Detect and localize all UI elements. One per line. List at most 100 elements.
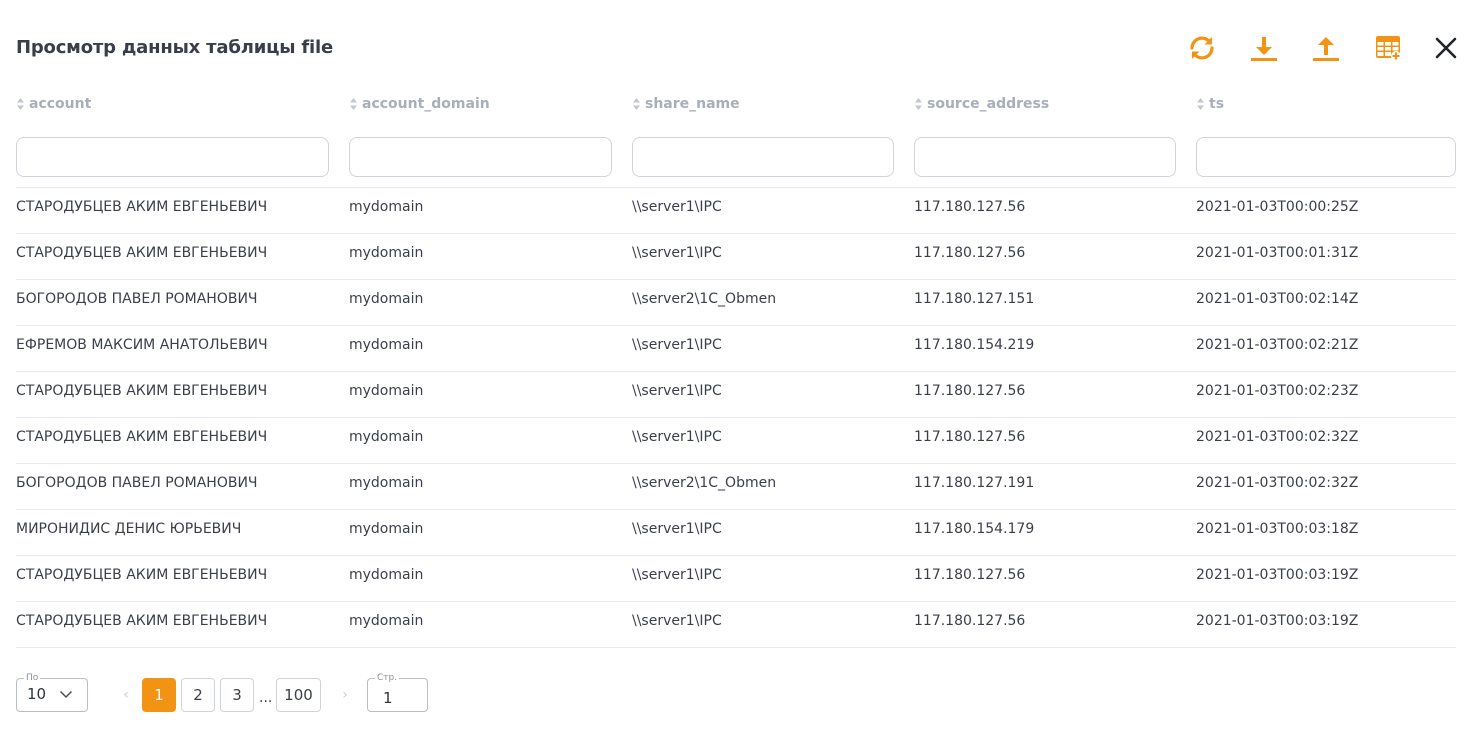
cell-account-domain: mydomain — [349, 383, 424, 399]
cell-ts: 2021-01-03T00:02:14Z — [1196, 291, 1359, 307]
cell-account: МИРОНИДИС ДЕНИС ЮРЬЕВИЧ — [16, 521, 242, 537]
column-headers: account account_domain share_name source… — [16, 92, 1456, 116]
cell-account: СТАРОДУБЦЕВ АКИМ ЕВГЕНЬЕВИЧ — [16, 245, 268, 261]
filter-input-share-name[interactable] — [632, 137, 894, 177]
cell-ts: 2021-01-03T00:02:32Z — [1196, 475, 1359, 491]
cell-account-domain: mydomain — [349, 199, 424, 215]
cell-source-address: 117.180.127.151 — [914, 291, 1035, 307]
cell-share-name: \\server1\IPC — [632, 521, 722, 537]
cell-account: СТАРОДУБЦЕВ АКИМ ЕВГЕНЬЕВИЧ — [16, 383, 268, 399]
cell-share-name: \\server1\IPC — [632, 245, 722, 261]
cell-source-address: 117.180.154.219 — [914, 337, 1035, 353]
close-button[interactable] — [1428, 30, 1464, 66]
chevron-down-icon — [59, 690, 73, 699]
column-header-account[interactable]: account — [16, 92, 91, 116]
per-page-label: По — [24, 672, 41, 684]
sort-icon — [17, 98, 24, 110]
cell-account: СТАРОДУБЦЕВ АКИМ ЕВГЕНЬЕВИЧ — [16, 429, 268, 445]
cell-source-address: 117.180.154.179 — [914, 521, 1035, 537]
table-row[interactable]: СТАРОДУБЦЕВ АКИМ ЕВГЕНЬЕВИЧ mydomain \\s… — [16, 601, 1456, 648]
cell-account-domain: mydomain — [349, 613, 424, 629]
table-row[interactable]: СТАРОДУБЦЕВ АКИМ ЕВГЕНЬЕВИЧ mydomain \\s… — [16, 371, 1456, 417]
page-button-3[interactable]: 3 — [220, 678, 254, 712]
table-row[interactable]: СТАРОДУБЦЕВ АКИМ ЕВГЕНЬЕВИЧ mydomain \\s… — [16, 555, 1456, 601]
column-header-account-domain[interactable]: account_domain — [349, 92, 490, 116]
table-row[interactable]: СТАРОДУБЦЕВ АКИМ ЕВГЕНЬЕВИЧ mydomain \\s… — [16, 417, 1456, 463]
column-filters — [16, 137, 1456, 177]
sort-icon — [350, 98, 357, 110]
table-row[interactable]: МИРОНИДИС ДЕНИС ЮРЬЕВИЧ mydomain \\serve… — [16, 509, 1456, 555]
per-page-select[interactable]: По 10 — [16, 672, 88, 712]
cell-account: СТАРОДУБЦЕВ АКИМ ЕВГЕНЬЕВИЧ — [16, 613, 268, 629]
table-row[interactable]: СТАРОДУБЦЕВ АКИМ ЕВГЕНЬЕВИЧ mydomain \\s… — [16, 187, 1456, 233]
download-button[interactable] — [1246, 30, 1282, 66]
cell-source-address: 117.180.127.56 — [914, 199, 1026, 215]
table-add-button[interactable] — [1370, 30, 1406, 66]
filter-input-account-domain[interactable] — [349, 137, 612, 177]
sort-icon — [633, 98, 640, 110]
column-header-label: share_name — [645, 96, 740, 112]
pagination-ellipsis: ... — [259, 690, 273, 706]
cell-account-domain: mydomain — [349, 521, 424, 537]
cell-account: СТАРОДУБЦЕВ АКИМ ЕВГЕНЬЕВИЧ — [16, 567, 268, 583]
cell-ts: 2021-01-03T00:03:19Z — [1196, 613, 1359, 629]
cell-source-address: 117.180.127.56 — [914, 429, 1026, 445]
column-header-source-address[interactable]: source_address — [914, 92, 1049, 116]
cell-account: БОГОРОДОВ ПАВЕЛ РОМАНОВИЧ — [16, 475, 258, 491]
cell-share-name: \\server1\IPC — [632, 567, 722, 583]
cell-account-domain: mydomain — [349, 475, 424, 491]
cell-account: СТАРОДУБЦЕВ АКИМ ЕВГЕНЬЕВИЧ — [16, 199, 268, 215]
cell-ts: 2021-01-03T00:02:21Z — [1196, 337, 1359, 353]
sort-icon — [1197, 98, 1204, 110]
table-add-icon — [1376, 36, 1401, 61]
cell-account-domain: mydomain — [349, 245, 424, 261]
prev-page-button[interactable]: ‹ — [116, 678, 136, 712]
page-number-input[interactable] — [368, 679, 427, 711]
page-button-last[interactable]: 100 — [276, 678, 321, 712]
cell-share-name: \\server1\IPC — [632, 429, 722, 445]
close-icon — [1435, 37, 1457, 59]
filter-input-account[interactable] — [16, 137, 329, 177]
cell-share-name: \\server2\1C_Obmen — [632, 291, 777, 307]
cell-ts: 2021-01-03T00:02:23Z — [1196, 383, 1359, 399]
page-title: Просмотр данных таблицы file — [16, 37, 333, 58]
refresh-icon — [1190, 36, 1214, 60]
cell-share-name: \\server1\IPC — [632, 199, 722, 215]
column-header-share-name[interactable]: share_name — [632, 92, 740, 116]
cell-source-address: 117.180.127.56 — [914, 245, 1026, 261]
cell-ts: 2021-01-03T00:03:19Z — [1196, 567, 1359, 583]
cell-account-domain: mydomain — [349, 567, 424, 583]
cell-account: ЕФРЕМОВ МАКСИМ АНАТОЛЬЕВИЧ — [16, 337, 268, 353]
column-header-label: account — [29, 96, 92, 112]
data-table: СТАРОДУБЦЕВ АКИМ ЕВГЕНЬЕВИЧ mydomain \\s… — [16, 187, 1456, 648]
table-row[interactable]: БОГОРОДОВ ПАВЕЛ РОМАНОВИЧ mydomain \\ser… — [16, 279, 1456, 325]
cell-share-name: \\server1\IPC — [632, 383, 722, 399]
cell-share-name: \\server1\IPC — [632, 337, 722, 353]
cell-ts: 2021-01-03T00:03:18Z — [1196, 521, 1359, 537]
sort-icon — [915, 98, 922, 110]
page-button-1[interactable]: 1 — [142, 678, 176, 712]
page-button-2[interactable]: 2 — [181, 678, 215, 712]
next-page-button[interactable]: › — [335, 678, 355, 712]
column-header-label: account_domain — [362, 96, 490, 112]
cell-source-address: 117.180.127.191 — [914, 475, 1035, 491]
column-header-ts[interactable]: ts — [1196, 92, 1224, 116]
table-row[interactable]: БОГОРОДОВ ПАВЕЛ РОМАНОВИЧ mydomain \\ser… — [16, 463, 1456, 509]
upload-button[interactable] — [1308, 30, 1344, 66]
table-row[interactable]: СТАРОДУБЦЕВ АКИМ ЕВГЕНЬЕВИЧ mydomain \\s… — [16, 233, 1456, 279]
cell-ts: 2021-01-03T00:02:32Z — [1196, 429, 1359, 445]
cell-account-domain: mydomain — [349, 337, 424, 353]
filter-input-ts[interactable] — [1196, 137, 1456, 177]
table-row[interactable]: ЕФРЕМОВ МАКСИМ АНАТОЛЬЕВИЧ mydomain \\se… — [16, 325, 1456, 371]
per-page-value: 10 — [27, 685, 47, 703]
download-icon — [1251, 37, 1277, 61]
refresh-button[interactable] — [1184, 30, 1220, 66]
cell-account-domain: mydomain — [349, 429, 424, 445]
filter-input-source-address[interactable] — [914, 137, 1176, 177]
cell-source-address: 117.180.127.56 — [914, 567, 1026, 583]
header: Просмотр данных таблицы file — [16, 0, 1460, 96]
cell-account-domain: mydomain — [349, 291, 424, 307]
cell-source-address: 117.180.127.56 — [914, 383, 1026, 399]
page-number-field: Стр. — [367, 672, 428, 712]
pagination: По 10 ‹ 1 2 3 ... 100 › Стр. — [16, 672, 1456, 714]
